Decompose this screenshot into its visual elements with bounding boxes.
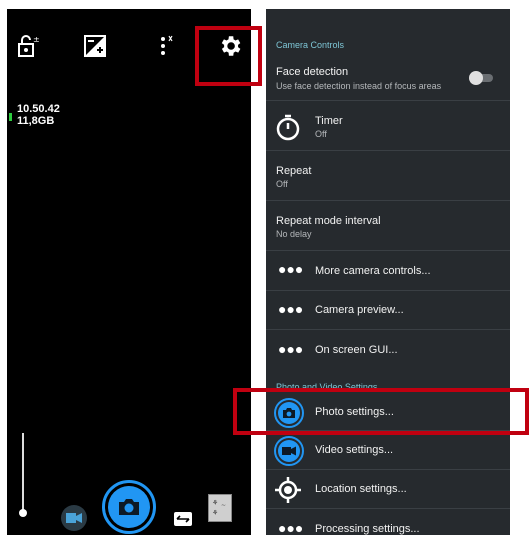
video-camera-icon — [66, 513, 82, 523]
repeat-interval-value: No delay — [276, 229, 312, 239]
repeat-title: Repeat — [276, 165, 312, 177]
status-info: 10.50.42 11,8GB — [17, 103, 60, 127]
toggle-thumb — [469, 71, 483, 85]
battery-indicator — [9, 113, 12, 121]
exposure-lock-icon[interactable]: ± — [13, 31, 43, 61]
video-settings-row[interactable]: Video settings... — [266, 431, 510, 470]
repeat-value: Off — [276, 179, 288, 189]
gallery-thumbnail[interactable]: ⚘ ⚘ ~ — [208, 494, 232, 522]
more-dots-icon: ●●● — [278, 261, 304, 277]
photo-settings-highlight-box — [233, 388, 529, 435]
processing-settings-row[interactable]: ●●● Processing settings... — [266, 509, 510, 535]
zoom-slider-thumb[interactable] — [19, 509, 27, 517]
timer-icon — [274, 113, 302, 146]
repeat-row[interactable]: Repeat Off — [266, 151, 510, 201]
svg-text:⚘: ⚘ — [212, 509, 218, 517]
location-icon — [274, 476, 302, 509]
exposure-compensation-icon[interactable] — [80, 31, 110, 61]
on-screen-gui-row[interactable]: ●●● On screen GUI... — [266, 330, 510, 370]
more-camera-controls-label: More camera controls... — [315, 265, 431, 277]
face-detection-subtitle: Use face detection instead of focus area… — [276, 81, 442, 91]
zoom-slider-track[interactable] — [22, 433, 24, 513]
on-screen-gui-label: On screen GUI... — [315, 344, 398, 356]
svg-text:~: ~ — [221, 502, 226, 509]
timer-title: Timer — [315, 115, 343, 127]
repeat-interval-title: Repeat mode interval — [276, 215, 381, 227]
free-storage: 11,8GB — [17, 115, 55, 127]
camera-preview-label: Camera preview... — [315, 304, 404, 316]
switch-video-button[interactable] — [61, 505, 87, 531]
more-dots-icon: ●●● — [278, 341, 304, 357]
gear-highlight-box — [195, 26, 262, 86]
more-camera-controls-row[interactable]: ●●● More camera controls... — [266, 251, 510, 291]
section-header-camera-controls: Camera Controls — [276, 40, 345, 50]
timer-row[interactable]: Timer Off — [266, 101, 510, 151]
switch-camera-icon[interactable] — [173, 509, 193, 527]
popup-menu-icon[interactable] — [150, 31, 180, 61]
face-detection-row[interactable]: Face detection Use face detection instea… — [266, 57, 510, 101]
more-dots-icon: ●●● — [278, 301, 304, 317]
svg-text:±: ± — [33, 35, 40, 44]
processing-settings-label: Processing settings... — [315, 523, 420, 535]
settings-panel: Camera Controls Face detection Use face … — [266, 9, 510, 535]
location-settings-label: Location settings... — [315, 483, 407, 495]
video-camera-icon — [274, 436, 304, 466]
camera-icon — [108, 486, 150, 528]
more-dots-icon: ●●● — [278, 520, 304, 535]
face-detection-toggle[interactable] — [469, 71, 493, 85]
repeat-interval-row[interactable]: Repeat mode interval No delay — [266, 201, 510, 251]
location-settings-row[interactable]: Location settings... — [266, 470, 510, 509]
svg-text:⚘: ⚘ — [212, 499, 218, 507]
camera-preview-row[interactable]: ●●● Camera preview... — [266, 291, 510, 330]
timer-value: Off — [315, 129, 327, 139]
camera-viewfinder[interactable]: ± 10.50.42 11,8GB ⚘ ⚘ ~ — [7, 9, 251, 535]
face-detection-title: Face detection — [276, 66, 349, 78]
video-settings-label: Video settings... — [315, 444, 394, 456]
shutter-button[interactable] — [102, 480, 156, 534]
clock-time: 10.50.42 — [17, 103, 60, 115]
